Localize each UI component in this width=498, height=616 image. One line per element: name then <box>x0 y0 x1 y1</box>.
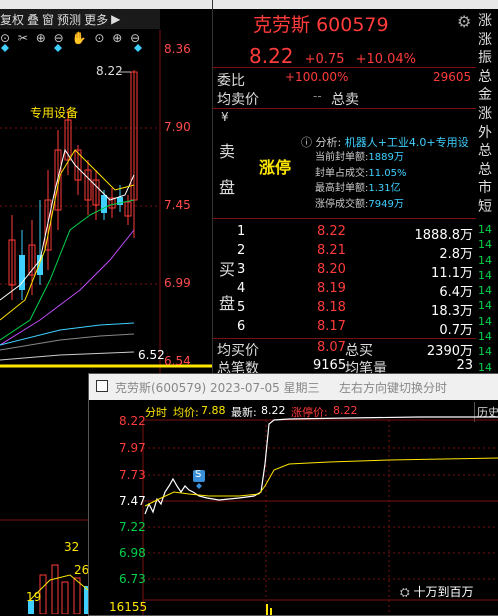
vol-label: 19 <box>26 590 42 604</box>
side-strip: 涨 涨 振 总 金 涨 外 总 总 市 短 14 14 14 14 14 14 … <box>476 0 498 374</box>
weicha-value: 29605 <box>433 70 472 84</box>
avg-buy-row: 均买价 8.07 总买 2390万 <box>213 340 477 359</box>
avg-deal-value: 23 <box>456 358 473 373</box>
stock-code: 600579 <box>316 14 389 36</box>
bid-row[interactable]: 1 8.22 1888.8万 <box>213 224 477 243</box>
vol-label: 32 <box>64 540 80 554</box>
sell-side-char: 卖 <box>219 142 236 161</box>
limit-up-label: 涨停 <box>259 158 292 177</box>
intraday-yaxis-label: 7.73 <box>119 468 146 482</box>
kline-price-top: 8.22 <box>96 64 123 78</box>
price-line: 8.22 +0.75 +10.04% <box>249 44 416 68</box>
avg-buy-value: 8.07 <box>317 340 346 355</box>
s-badge-text: S <box>195 469 202 480</box>
bid-row[interactable]: 5 8.18 18.3万 <box>213 300 477 319</box>
quote-panel: 克劳斯 600579 ⚙ 8.22 +0.75 +10.04% 委比 +100.… <box>212 0 477 377</box>
bid-row[interactable]: 6 8.17 0.7万 <box>213 319 477 338</box>
intraday-yaxis-label: 7.97 <box>119 441 146 455</box>
price-pct: +10.04% <box>355 52 417 67</box>
vol-label: 26 <box>74 563 90 577</box>
sell-side-char: ¥ <box>221 110 229 124</box>
jun-sell-label: 均卖价 <box>217 92 259 108</box>
intraday-yaxis-label: 6.73 <box>119 572 146 586</box>
watermark: ⛭ 十万到百万 <box>400 583 473 600</box>
weibi-value: +100.00% <box>285 70 349 84</box>
total-buy-label: 总买 <box>345 343 373 359</box>
quote-header: 克劳斯 600579 <box>253 10 389 37</box>
intraday-yaxis-label: 6.98 <box>119 546 146 560</box>
quote-top-strip <box>213 0 477 9</box>
kline-yaxis-label: 6.99 <box>164 276 191 290</box>
bid-row[interactable]: 4 8.19 6.4万 <box>213 281 477 300</box>
seal-info: 当前封单额:1889万 封单占成交:11.05% 最高封单额:1.31亿 涨停成… <box>315 152 407 210</box>
info-icon: ⓘ <box>301 136 312 149</box>
kline-yaxis-label: 7.90 <box>164 120 191 134</box>
weibi-label: 委比 <box>217 73 245 89</box>
intraday-yaxis-label: 7.47 <box>119 494 146 508</box>
wechat-icon: ⛭ <box>400 585 410 599</box>
analysis-value: 机器人+工业4.0+专用设 <box>344 136 469 149</box>
intraday-yaxis-label: 8.22 <box>119 414 146 428</box>
intraday-svg <box>142 416 498 615</box>
zongmai-label: 总卖 <box>331 92 359 108</box>
stock-name: 克劳斯 <box>253 14 311 36</box>
watermark-text: 十万到百万 <box>413 585 474 599</box>
gear-icon[interactable]: ⚙ <box>457 12 471 31</box>
kline-yaxis-label: 6.54 <box>164 354 191 368</box>
last-price: 8.22 <box>249 44 294 68</box>
intraday-vol-label: 16155 <box>109 600 148 614</box>
sell-side-char: 盘 <box>219 178 236 197</box>
bid-row[interactable]: 3 8.20 11.1万 <box>213 262 477 281</box>
intraday-yaxis-label: 7.22 <box>119 520 146 534</box>
intraday-window[interactable]: 克劳斯(600579) 2023-07-05 星期三 左右方向键切换分时 分时 … <box>88 373 498 616</box>
kline-annotation: 专用设备 <box>30 106 79 120</box>
kline-yaxis-label: 8.36 <box>164 42 191 56</box>
junmai-row: 均卖价 -- 总卖 <box>217 89 359 108</box>
avg-buy-label: 均买价 <box>217 343 259 359</box>
weibi-row: 委比 +100.00% 29605 <box>213 70 477 89</box>
kline-yaxis-label: 7.45 <box>164 198 191 212</box>
analysis-label: 分析: <box>315 136 342 149</box>
kline-low-label: 6.52 <box>138 348 165 362</box>
total-buy-value: 2390万 <box>426 344 473 359</box>
price-change: +0.75 <box>304 52 345 67</box>
deal-value: 9165 <box>313 358 347 373</box>
bid-row[interactable]: 2 8.21 2.8万 <box>213 243 477 262</box>
analysis-line: ⓘ 分析: 机器人+工业4.0+专用设 <box>301 134 469 150</box>
